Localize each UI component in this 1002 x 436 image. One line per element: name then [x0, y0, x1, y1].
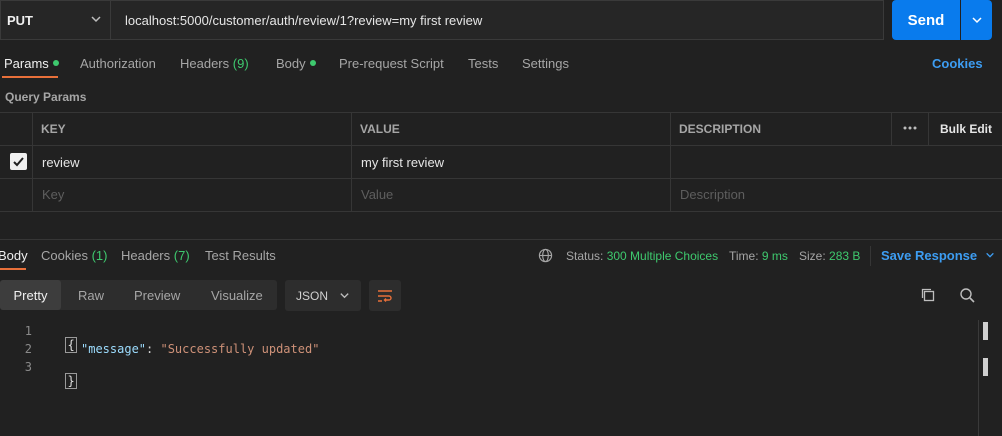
key-placeholder[interactable]: Key: [42, 187, 64, 202]
chevron-down-icon: [340, 293, 349, 299]
json-key: "message": [81, 342, 147, 356]
param-enable-checkbox[interactable]: [10, 153, 27, 170]
editor-scrollbar-marker: [983, 358, 988, 376]
tab-authorization[interactable]: Authorization: [80, 56, 156, 71]
code-line-3[interactable]: }: [52, 360, 77, 389]
view-mode-visualize[interactable]: Visualize: [211, 280, 263, 310]
tab-headers[interactable]: Headers (9): [180, 56, 249, 71]
status-value[interactable]: 300 Multiple Choices: [607, 249, 718, 263]
param-value-cell[interactable]: my first review: [361, 155, 444, 170]
column-header-value: VALUE: [360, 122, 400, 136]
time-label: Time:: [729, 249, 759, 263]
value-placeholder[interactable]: Value: [361, 187, 393, 202]
description-placeholder[interactable]: Description: [680, 187, 745, 202]
response-tab-test-results[interactable]: Test Results: [205, 248, 276, 263]
response-active-underline: [0, 268, 26, 270]
chevron-down-icon: [971, 17, 982, 24]
send-label: Send: [907, 11, 945, 29]
format-value: JSON: [296, 288, 329, 303]
view-mode-raw[interactable]: Raw: [78, 280, 104, 310]
more-options-icon[interactable]: [903, 122, 917, 137]
view-mode-preview[interactable]: Preview: [134, 280, 180, 310]
json-colon: :: [146, 342, 161, 356]
format-select[interactable]: JSON: [285, 280, 361, 311]
copy-icon[interactable]: [920, 287, 936, 306]
open-brace: {: [65, 337, 77, 353]
status-divider: [870, 246, 871, 266]
tab-headers-count: (9): [232, 56, 249, 71]
line-number: 3: [24, 360, 32, 374]
save-response-label: Save Response: [881, 248, 978, 263]
url-value: localhost:5000/customer/auth/review/1?re…: [125, 12, 483, 28]
tab-pre-request-script[interactable]: Pre-request Script: [339, 56, 444, 71]
method-value: PUT: [7, 12, 33, 28]
line-number: 2: [24, 342, 32, 356]
query-params-title: Query Params: [5, 90, 87, 104]
table-col-divider: [32, 112, 33, 212]
wrap-lines-icon: [378, 289, 392, 302]
globe-icon[interactable]: [538, 248, 553, 266]
params-indicator-dot: [52, 60, 59, 66]
send-button[interactable]: Send: [892, 0, 960, 40]
body-indicator-dot: [309, 60, 316, 66]
code-line-1[interactable]: {: [52, 324, 77, 353]
response-cookies-label: Cookies: [41, 248, 88, 263]
wrap-lines-button[interactable]: [369, 280, 401, 311]
checkmark-icon: [13, 157, 24, 167]
table-col-divider: [891, 112, 892, 146]
method-select[interactable]: PUT: [0, 0, 111, 40]
response-time: Time: 9 ms: [729, 249, 788, 263]
editor-scrollbar-thumb[interactable]: [983, 322, 988, 340]
json-value: "Successfully updated": [160, 342, 320, 356]
bulk-edit-button[interactable]: Bulk Edit: [940, 122, 992, 136]
tab-body[interactable]: Body: [276, 56, 316, 71]
tab-params[interactable]: Params: [4, 56, 59, 71]
column-header-key: KEY: [41, 122, 66, 136]
table-col-divider: [351, 112, 352, 212]
tab-settings[interactable]: Settings: [522, 56, 569, 71]
table-col-divider: [670, 112, 671, 212]
view-mode-pretty[interactable]: Pretty: [0, 280, 61, 310]
response-divider: [0, 239, 1002, 240]
tab-params-label: Params: [4, 56, 49, 71]
url-input[interactable]: localhost:5000/customer/auth/review/1?re…: [111, 0, 884, 40]
size-value[interactable]: 283 B: [829, 249, 860, 263]
response-status: Status: 300 Multiple Choices: [566, 249, 718, 263]
status-label: Status:: [566, 249, 604, 263]
send-options-button[interactable]: [961, 0, 992, 40]
response-size: Size: 283 B: [799, 249, 860, 263]
response-tab-body[interactable]: Body: [0, 248, 28, 263]
cookies-link[interactable]: Cookies: [932, 56, 983, 71]
table-col-divider: [928, 112, 929, 146]
response-headers-label: Headers: [121, 248, 171, 263]
line-number: 1: [24, 324, 32, 338]
save-response-button[interactable]: Save Response: [881, 248, 995, 263]
time-value[interactable]: 9 ms: [762, 249, 788, 263]
table-border-row1: [0, 178, 1002, 179]
table-border-header: [0, 145, 1002, 146]
tab-headers-label: Headers: [180, 56, 230, 71]
chevron-down-icon: [91, 16, 101, 23]
close-brace: }: [65, 373, 77, 389]
tab-body-label: Body: [276, 56, 306, 71]
editor-scrollbar-track: [978, 320, 979, 436]
param-key-cell[interactable]: review: [42, 155, 80, 170]
search-icon[interactable]: [959, 287, 975, 306]
size-label: Size:: [799, 249, 826, 263]
table-border-bottom: [0, 211, 1002, 212]
chevron-down-icon: [985, 252, 994, 258]
table-border-top: [0, 112, 1002, 113]
response-cookies-count: (1): [91, 248, 108, 263]
code-line-2[interactable]: "message": "Successfully updated": [81, 342, 319, 356]
column-header-description: DESCRIPTION: [679, 122, 762, 136]
tab-tests[interactable]: Tests: [468, 56, 498, 71]
response-tab-headers[interactable]: Headers (7): [121, 248, 190, 263]
response-tab-cookies[interactable]: Cookies (1): [41, 248, 107, 263]
response-headers-count: (7): [173, 248, 190, 263]
active-tab-underline: [2, 76, 58, 78]
